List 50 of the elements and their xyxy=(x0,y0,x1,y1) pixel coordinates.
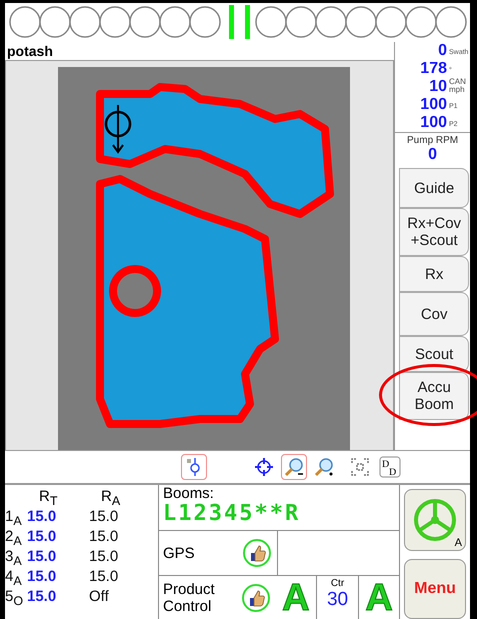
target-rate: 15.0 xyxy=(27,527,58,547)
fit-extent-icon xyxy=(350,457,370,477)
readout-value: 100 xyxy=(420,114,447,132)
target-rate: 15.0 xyxy=(27,547,58,567)
target-rate: 15.0 xyxy=(27,587,58,607)
side-tab-button[interactable]: Rx xyxy=(399,256,470,292)
target-rate: 15.0 xyxy=(27,567,58,587)
steering-button[interactable]: A xyxy=(404,489,466,551)
menu-button[interactable]: Menu xyxy=(404,559,466,619)
readout-unit: mph xyxy=(449,86,466,94)
product-number: 1$_{A}$ xyxy=(5,507,23,527)
zoom-out-icon xyxy=(314,457,334,477)
zoom-in-icon xyxy=(284,457,304,477)
product-name: potash xyxy=(6,42,54,60)
product-number: 4$_{A}$ xyxy=(5,567,23,587)
map-tool-button[interactable] xyxy=(281,454,307,480)
center-value: 30 xyxy=(326,589,348,611)
side-tab-button[interactable]: Accu Boom xyxy=(399,372,470,420)
actual-rate: 15.0 xyxy=(89,507,120,527)
actual-rate: 15.0 xyxy=(89,527,120,547)
auto-mode-indicator: A xyxy=(281,576,311,619)
side-tab-button[interactable]: Scout xyxy=(399,336,470,372)
side-tab-button[interactable]: Cov xyxy=(399,292,470,336)
actual-rate: 15.0 xyxy=(89,567,120,587)
readout-value: 178 xyxy=(420,60,447,78)
gps-label: GPS xyxy=(162,544,196,564)
actual-rate-header: R$_{A}$ xyxy=(100,487,122,507)
center-label: Ctr xyxy=(330,578,344,589)
readout-value: 10 xyxy=(429,78,447,96)
target-rate: 15.0 xyxy=(27,507,58,527)
boom-status: L12345**R xyxy=(163,502,302,526)
readout-value: 100 xyxy=(420,96,447,114)
side-tab-button[interactable]: Rx+Cov +Scout xyxy=(399,208,470,256)
steering-mode: A xyxy=(454,537,462,549)
target-rate-header: R$_{T}$ xyxy=(38,487,58,507)
booms-label: Booms: xyxy=(163,485,215,502)
readout-unit: CAN xyxy=(449,78,467,86)
map-tool-button[interactable] xyxy=(181,454,207,480)
product-control-label: Product Control xyxy=(162,580,216,617)
product-number: 2$_{A}$ xyxy=(5,527,23,547)
crosshair-icon xyxy=(254,457,274,477)
product-number: 5$_{O}$ xyxy=(5,587,24,607)
product-number: 3$_{A}$ xyxy=(5,547,23,567)
side-tab-button[interactable]: Guide xyxy=(399,168,470,208)
readout-value: 0 xyxy=(438,42,447,60)
pump-rpm-label: Pump RPM xyxy=(407,135,458,146)
actual-rate: Off xyxy=(89,587,110,607)
pump-rpm-value: 0 xyxy=(428,146,438,164)
actual-rate: 15.0 xyxy=(89,547,120,567)
auto-mode-indicator: A xyxy=(364,576,394,619)
